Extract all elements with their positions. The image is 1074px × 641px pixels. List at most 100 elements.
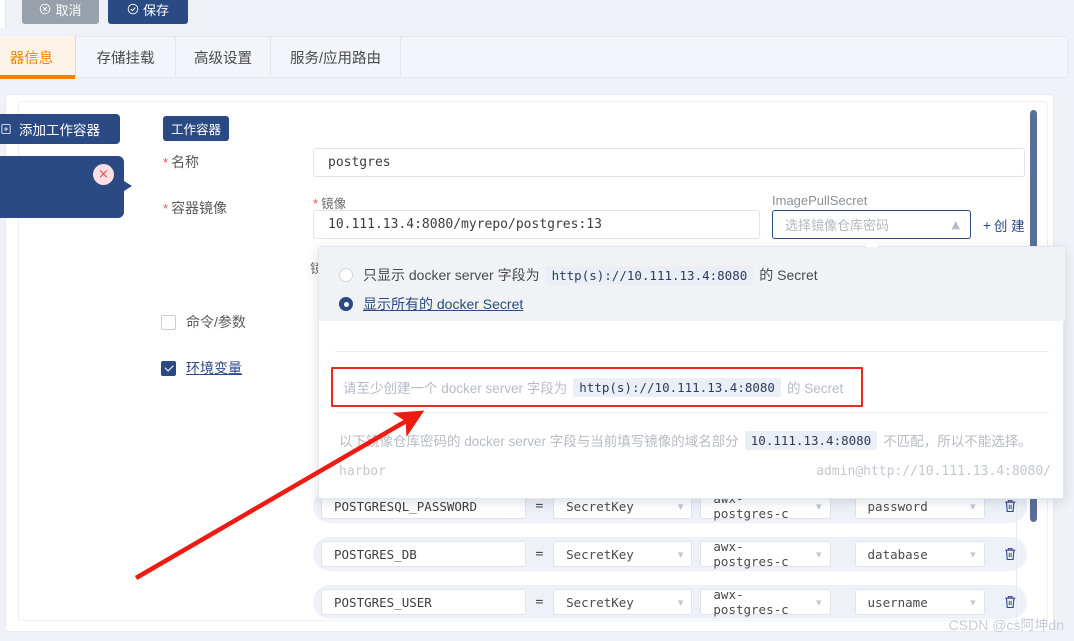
required-mark: * [313,196,318,211]
add-worker-container-button[interactable]: 添加工作容器 [0,114,120,144]
create-secret-link-label: 创 建 [994,215,1025,235]
image-input[interactable]: 10.111.13.4:8080/myrepo/postgres:13 [313,210,760,239]
radio-button [339,297,353,311]
container-card-selected[interactable]: × [0,156,124,218]
scrollbar-track [1016,496,1017,628]
radio-filter-matching-secrets[interactable]: 只显示 docker server 字段为 http(s)://10.111.1… [339,265,818,285]
plus-icon: + [983,218,991,233]
top-action-bar: 取消 保存 [0,0,1074,36]
env-source-key-select[interactable]: database ▾ [855,541,985,567]
env-source-type-select[interactable]: SecretKey ▾ [553,541,692,567]
tab-service-routing[interactable]: 服务/应用路由 [271,36,401,78]
container-image-label: *容器镜像 [163,198,227,218]
warning-prefix-text: 请至少创建一个 docker server 字段为 [343,377,567,397]
dropdown-divider [335,351,1049,352]
chevron-down-icon: ▾ [962,548,976,561]
chevron-down-icon: ▾ [808,596,822,609]
checkbox-command-args-label: 命令/参数 [186,312,246,332]
checkbox-env-vars-label: 环境变量 [186,358,242,378]
env-equals-glyph: = [535,547,543,562]
panel-scrollbar-thumb-lower[interactable] [1030,496,1037,522]
cancel-button[interactable]: 取消 [22,0,99,24]
radio-prefix-text: 只显示 docker server 字段为 [363,265,540,285]
chevron-down-icon: ▾ [808,548,822,561]
radio-button [339,268,353,282]
close-icon[interactable]: × [93,164,114,185]
topbar-left-edge [0,0,6,28]
env-source-key-value: username [868,595,928,610]
image-pull-secret-select[interactable]: 选择镜像仓库密码 ▲ [772,210,971,239]
dropdown-divider [335,412,1049,413]
registry-domain-code: 10.111.13.4:8080 [745,431,877,450]
env-equals-sign: = [526,595,553,610]
name-field-label-text: 名称 [171,154,199,170]
checkbox-box [161,315,176,330]
env-equals-glyph: = [535,499,543,514]
create-secret-link[interactable]: + 创 建 [983,215,1025,235]
radio-show-all-secrets[interactable]: 显示所有的 docker Secret [339,294,523,314]
tab-label: 高级设置 [194,47,252,68]
env-key-input[interactable]: POSTGRES_USER [321,589,526,615]
docker-server-code: http(s)://10.111.13.4:8080 [573,378,781,397]
radio-suffix-text: 的 Secret [759,265,817,285]
env-source-type-select[interactable]: SecretKey ▾ [553,589,692,615]
required-mark: * [163,201,168,216]
env-key-value: POSTGRES_DB [334,547,417,562]
note-prefix-text: 以下镜像仓库密码的 docker server 字段与当前填写镜像的域名部分 [339,430,739,450]
close-icon-glyph: × [98,168,109,181]
checkbox-env-vars[interactable]: 环境变量 [161,358,242,378]
save-button-label: 保存 [143,0,169,19]
add-file-icon [0,123,12,135]
env-source-key-value: database [868,547,928,562]
radio-show-all-label: 显示所有的 docker Secret [363,294,523,314]
save-button[interactable]: 保存 [108,0,188,24]
env-key-input[interactable]: POSTGRES_DB [321,541,526,567]
name-input[interactable]: postgres [313,148,1025,177]
chevron-down-icon: ▾ [808,500,822,513]
image-pull-secret-placeholder: 选择镜像仓库密码 [785,215,889,234]
check-circle-icon [127,3,139,15]
env-source-name-select[interactable]: awx-postgres-c ▾ [700,589,830,615]
tab-storage-mount[interactable]: 存储挂载 [76,36,176,78]
env-source-type-value: SecretKey [566,595,634,610]
env-source-name-select[interactable]: awx-postgres-c ▾ [700,541,830,567]
mismatch-note: 以下镜像仓库密码的 docker server 字段与当前填写镜像的域名部分 1… [339,430,1051,450]
docker-server-code: http(s)://10.111.13.4:8080 [546,266,754,285]
env-equals-sign: = [526,499,553,514]
image-input-value: 10.111.13.4:8080/myrepo/postgres:13 [328,217,602,232]
tab-bar: 器信息 存储挂载 高级设置 服务/应用路由 [0,36,1074,92]
chevron-down-icon: ▾ [962,500,976,513]
tab-label: 服务/应用路由 [290,47,381,68]
watermark: CSDN @cs阿坤dn [949,615,1064,635]
container-image-label-text: 容器镜像 [171,200,227,216]
worker-container-badge-label: 工作容器 [171,123,221,137]
chevron-down-icon: ▾ [962,596,976,609]
secret-option-detail: admin@http://10.111.13.4:8080/ [816,464,1051,479]
env-equals-sign: = [526,547,553,562]
env-source-type-value: SecretKey [566,547,634,562]
checkbox-box [161,361,176,376]
env-source-key-select[interactable]: username ▾ [855,589,985,615]
env-source-name-value: awx-postgres-c [713,587,808,617]
checkbox-command-args[interactable]: 命令/参数 [161,312,246,332]
env-source-name-value: awx-postgres-c [713,539,808,569]
env-var-row: POSTGRES_DB = SecretKey ▾ awx-postgres-c… [313,537,1027,571]
cancel-button-label: 取消 [55,0,81,19]
watermark-text: CSDN @cs阿坤dn [949,617,1064,633]
env-equals-glyph: = [535,595,543,610]
cancel-circle-icon [39,3,51,15]
disabled-secret-option: harbor admin@http://10.111.13.4:8080/ [339,464,1051,479]
worker-container-badge: 工作容器 [163,116,229,141]
name-input-value: postgres [328,155,391,170]
tab-container-info[interactable]: 器信息 [0,36,76,78]
note-suffix-text: 不匹配，所以不能选择。 [883,430,1032,450]
add-worker-container-label: 添加工作容器 [19,119,100,139]
tab-advanced-settings[interactable]: 高级设置 [176,36,271,78]
panel-scrollbar-thumb[interactable] [1030,110,1037,268]
env-var-row: POSTGRES_USER = SecretKey ▾ awx-postgres… [313,585,1027,619]
container-rail: 添加工作容器 × [0,94,124,632]
image-sub-label-text: 镜像 [321,197,346,211]
app-root: 取消 保存 器信息 存储挂载 高级设置 服务/应用路由 [0,0,1074,641]
env-key-value: POSTGRES_USER [334,595,432,610]
chevron-up-icon: ▲ [952,218,960,231]
